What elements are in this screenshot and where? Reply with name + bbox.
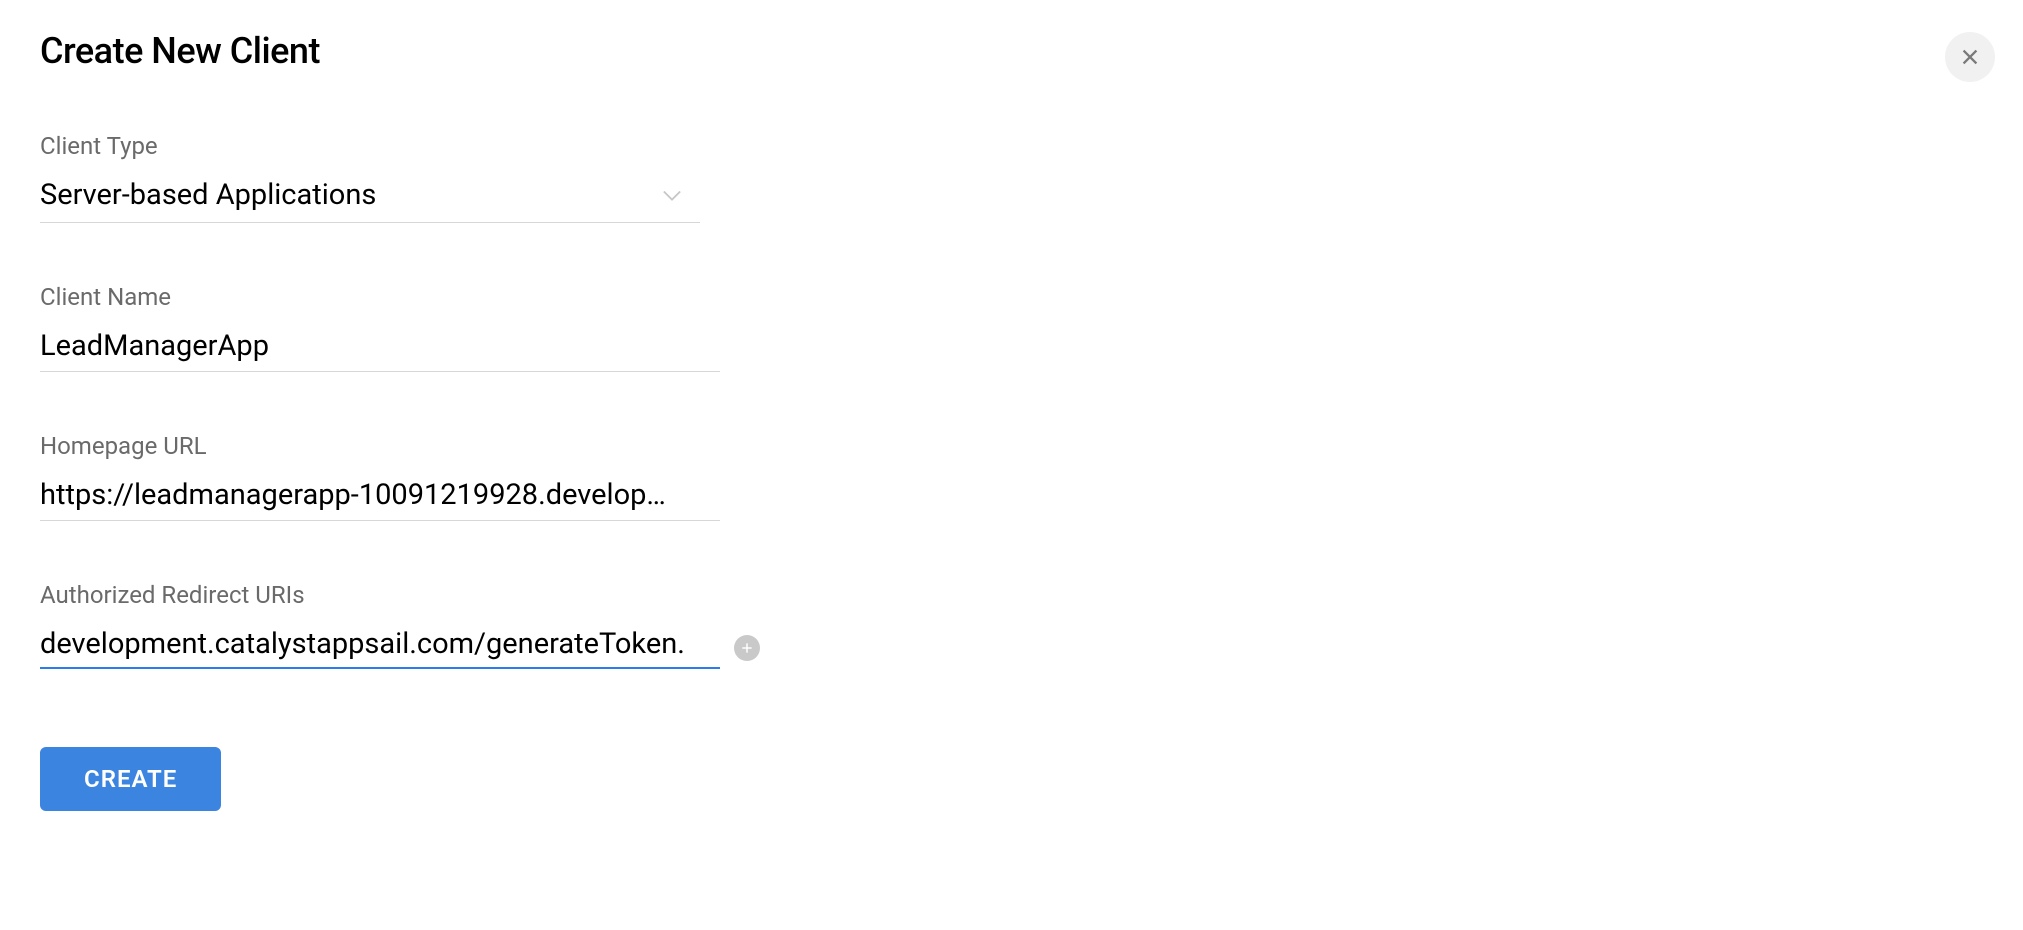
client-name-input[interactable]: [40, 329, 720, 372]
homepage-url-input[interactable]: [40, 478, 720, 521]
close-button[interactable]: [1945, 32, 1995, 82]
page-title: Create New Client: [40, 30, 1983, 72]
client-type-field: Client Type Server-based Applications: [40, 132, 1983, 223]
create-client-form: Create New Client Client Type Server-bas…: [0, 0, 2023, 930]
plus-icon: [740, 641, 754, 655]
create-button[interactable]: CREATE: [40, 747, 221, 811]
redirect-uri-input[interactable]: [40, 627, 720, 669]
redirect-uri-row: [40, 627, 1983, 669]
chevron-down-icon: [658, 181, 686, 209]
add-redirect-uri-button[interactable]: [734, 635, 760, 661]
homepage-url-label: Homepage URL: [40, 432, 1983, 460]
close-icon: [1959, 46, 1981, 68]
redirect-uris-label: Authorized Redirect URIs: [40, 581, 1983, 609]
redirect-uris-field: Authorized Redirect URIs: [40, 581, 1983, 669]
client-name-field: Client Name: [40, 283, 1983, 372]
client-type-label: Client Type: [40, 132, 1983, 160]
client-type-select[interactable]: Server-based Applications: [40, 178, 700, 223]
homepage-url-field: Homepage URL: [40, 432, 1983, 521]
client-name-label: Client Name: [40, 283, 1983, 311]
client-type-value: Server-based Applications: [40, 178, 376, 212]
